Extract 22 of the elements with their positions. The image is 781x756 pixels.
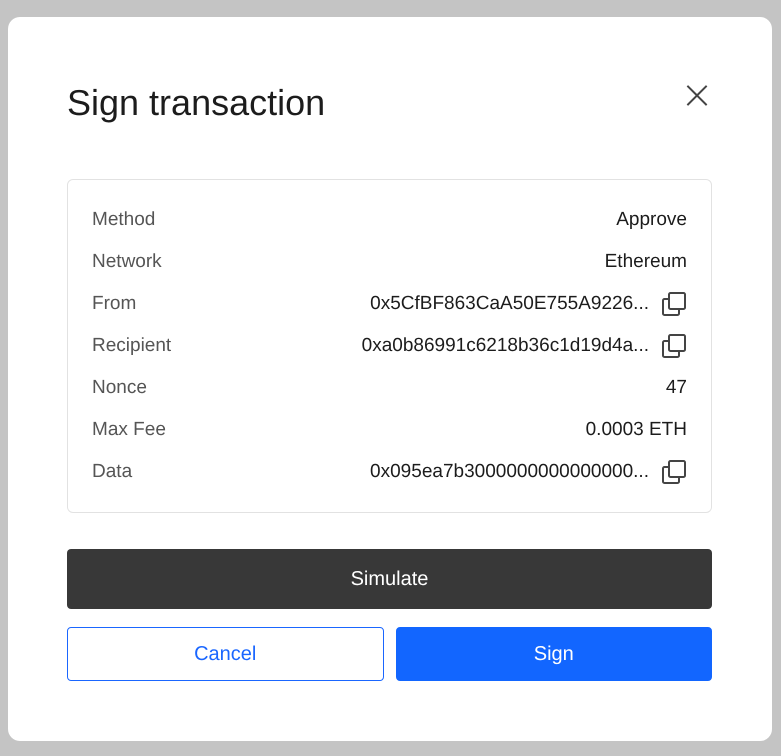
dialog-title: Sign transaction bbox=[67, 85, 326, 121]
copy-icon[interactable] bbox=[661, 333, 687, 359]
detail-value: Approve bbox=[616, 209, 687, 231]
cancel-button[interactable]: Cancel bbox=[67, 627, 384, 681]
detail-label: Data bbox=[92, 461, 132, 483]
detail-value: 0x5CfBF863CaA50E755A9226... bbox=[370, 293, 649, 315]
detail-label: Method bbox=[92, 209, 156, 231]
detail-value: 47 bbox=[666, 377, 687, 399]
close-button[interactable]: × bbox=[680, 78, 714, 112]
copy-icon[interactable] bbox=[661, 459, 687, 485]
detail-label: Max Fee bbox=[92, 419, 166, 441]
detail-value: 0x095ea7b3000000000000000... bbox=[370, 461, 649, 483]
detail-value: 0xa0b86991c6218b36c1d19d4a... bbox=[362, 335, 649, 357]
detail-label: From bbox=[92, 293, 136, 315]
detail-value: Ethereum bbox=[604, 251, 687, 273]
copy-icon[interactable] bbox=[661, 291, 687, 317]
detail-label: Nonce bbox=[92, 377, 147, 399]
simulate-button[interactable]: Simulate bbox=[67, 549, 712, 609]
detail-value: 0.0003 ETH bbox=[586, 419, 687, 441]
detail-label: Network bbox=[92, 251, 162, 273]
detail-label: Recipient bbox=[92, 335, 172, 357]
sign-button[interactable]: Sign bbox=[396, 627, 712, 681]
